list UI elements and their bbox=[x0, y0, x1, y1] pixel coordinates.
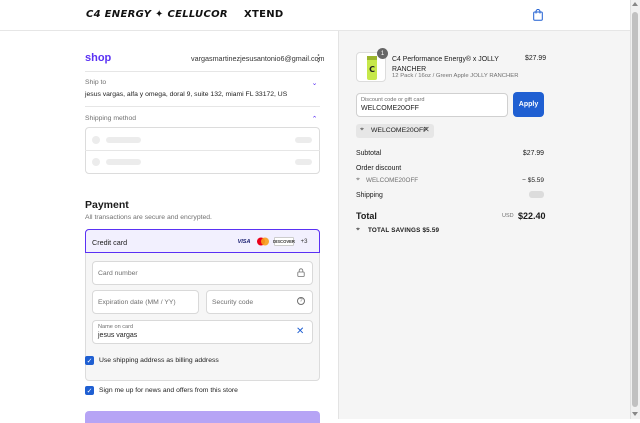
tag-icon: ⌖ bbox=[356, 176, 360, 183]
scroll-thumb[interactable] bbox=[632, 12, 638, 407]
skeleton-text bbox=[106, 159, 141, 165]
savings-tag-icon: ⌖ bbox=[356, 226, 360, 233]
billing-checkbox[interactable]: ✓ bbox=[85, 356, 94, 365]
subtotal-label: Subtotal bbox=[356, 150, 382, 157]
shipping-label: Shipping bbox=[356, 192, 383, 199]
subtotal-value: $27.99 bbox=[522, 150, 544, 157]
discount-chip-code: WELCOME20OFF bbox=[371, 127, 428, 134]
brand-logo-c4[interactable]: C4 ENERGY bbox=[86, 9, 151, 20]
contact-email: vargasmartinezjesusantonio6@gmail.com bbox=[191, 54, 325, 63]
pay-now-button[interactable] bbox=[85, 411, 320, 423]
card-number-placeholder: Card number bbox=[98, 270, 138, 277]
total-value: $22.40 bbox=[518, 211, 546, 221]
tag-icon: ⌖ bbox=[360, 126, 364, 133]
divider bbox=[85, 106, 320, 107]
discount-field-value: WELCOME20OFF bbox=[361, 105, 419, 112]
order-discount-code: WELCOME20OFF bbox=[366, 177, 419, 184]
brand-logo-xtend[interactable]: XTEND bbox=[244, 9, 284, 20]
discount-field-label: Discount code or gift card bbox=[361, 97, 425, 103]
chevron-up-icon[interactable]: ⌃ bbox=[310, 114, 319, 123]
remove-discount-icon[interactable]: ✕ bbox=[423, 125, 430, 134]
skeleton-text bbox=[106, 137, 141, 143]
site-header: C4 ENERGY ✦ CELLUCOR XTEND bbox=[0, 0, 630, 31]
checkout-form: shop vargasmartinezjesusantonio6@gmail.c… bbox=[0, 31, 337, 423]
payment-subtitle: All transactions are secure and encrypte… bbox=[85, 214, 212, 221]
scroll-down-arrow-icon[interactable] bbox=[632, 412, 638, 416]
mastercard-icon bbox=[255, 237, 271, 246]
shipping-cost-skeleton bbox=[529, 191, 544, 198]
payment-title: Payment bbox=[85, 199, 129, 211]
skeleton-price bbox=[295, 159, 312, 165]
skeleton-radio bbox=[92, 136, 100, 144]
chevron-down-icon[interactable]: ⌄ bbox=[310, 78, 319, 87]
order-discount-amount: − $5.59 bbox=[522, 177, 544, 184]
newsletter-checkbox-label: Sign me up for news and offers from this… bbox=[99, 387, 238, 394]
skeleton-price bbox=[295, 137, 312, 143]
name-on-card-label: Name on card bbox=[98, 324, 134, 330]
credit-card-label: Credit card bbox=[92, 238, 128, 247]
scroll-up-arrow-icon[interactable] bbox=[632, 2, 638, 6]
billing-checkbox-label: Use shipping address as billing address bbox=[99, 357, 219, 364]
more-cards-badge: +3 bbox=[300, 238, 308, 245]
total-savings: TOTAL SAVINGS $5.59 bbox=[368, 227, 439, 234]
divider bbox=[85, 71, 320, 72]
visa-icon: VISA bbox=[237, 238, 251, 245]
clear-icon[interactable]: ✕ bbox=[296, 326, 304, 337]
order-summary bbox=[338, 31, 630, 419]
more-options-icon[interactable]: ⋮ bbox=[314, 53, 323, 64]
expiration-placeholder: Expiration date (MM / YY) bbox=[98, 299, 176, 306]
brand-logo-cellucor[interactable]: ✦ CELLUCOR bbox=[155, 9, 228, 20]
name-on-card-value: jesus vargas bbox=[98, 332, 138, 339]
ship-to-label: Ship to bbox=[85, 79, 107, 86]
brand-logo-cellucor-text: CELLUCOR bbox=[167, 9, 228, 20]
divider bbox=[85, 150, 320, 151]
shop-pay-logo: shop bbox=[85, 52, 112, 64]
shipping-method-label: Shipping method bbox=[85, 115, 137, 122]
product-price: $27.99 bbox=[525, 55, 547, 62]
discover-icon: DISCOVER bbox=[273, 237, 295, 246]
skeleton-radio bbox=[92, 158, 100, 166]
svg-text:C: C bbox=[369, 65, 375, 74]
help-icon[interactable]: ? bbox=[297, 297, 305, 305]
product-variant: 12 Pack / 16oz / Green Apple JOLLY RANCH… bbox=[392, 73, 519, 79]
security-code-placeholder: Security code bbox=[212, 299, 254, 306]
currency-code: USD bbox=[502, 213, 514, 219]
newsletter-checkbox[interactable]: ✓ bbox=[85, 386, 94, 395]
lock-icon bbox=[297, 268, 305, 277]
total-label: Total bbox=[356, 211, 377, 221]
shopping-bag-icon[interactable] bbox=[533, 9, 543, 21]
apply-button[interactable]: Apply bbox=[513, 92, 544, 117]
total-savings-label: TOTAL SAVINGS bbox=[368, 227, 421, 234]
ship-to-address: jesus vargas, alfa y omega, doral 9, sui… bbox=[85, 91, 288, 98]
quantity-badge: 1 bbox=[377, 48, 388, 59]
product-name: C4 Performance Energy® x JOLLY RANCHER bbox=[392, 56, 499, 73]
order-discount-label: Order discount bbox=[356, 165, 402, 172]
total-savings-value: $5.59 bbox=[422, 227, 440, 234]
